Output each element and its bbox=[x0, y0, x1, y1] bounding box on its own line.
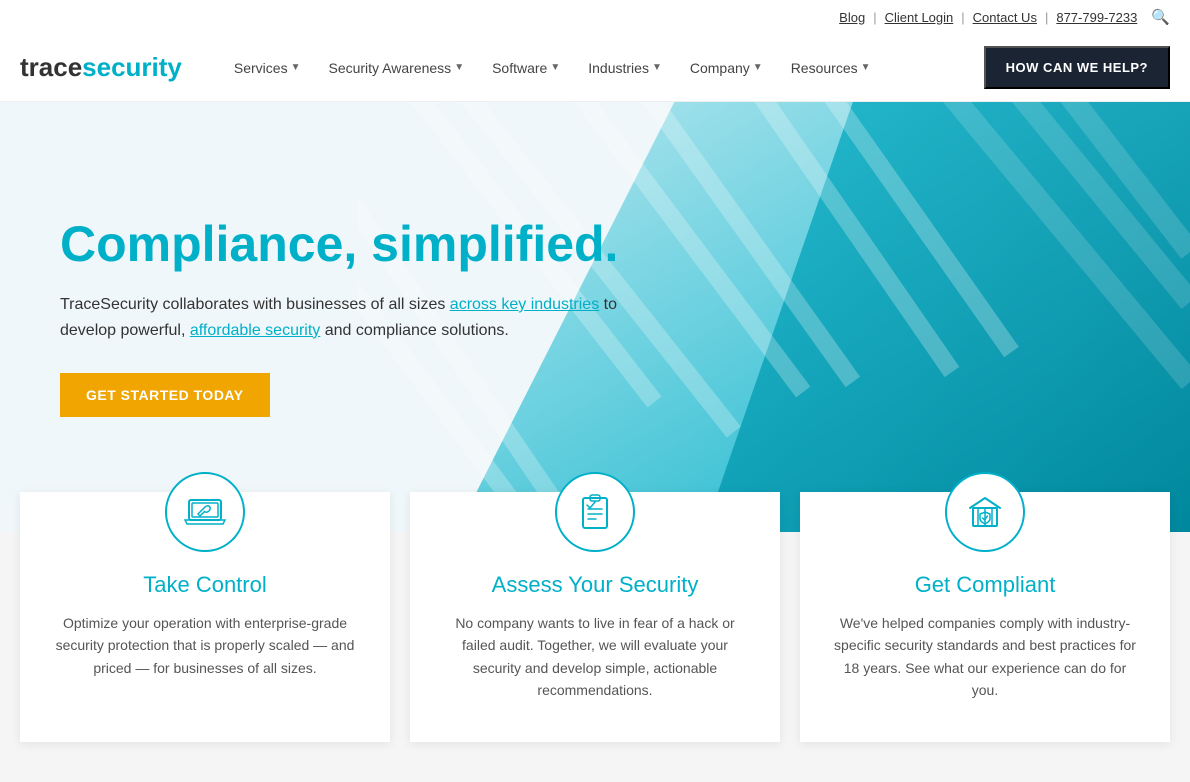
hero-title: Compliance, simplified. bbox=[60, 217, 640, 272]
take-control-title: Take Control bbox=[50, 572, 360, 598]
logo[interactable]: tracesecurity bbox=[20, 52, 182, 83]
get-compliant-icon-wrap bbox=[945, 472, 1025, 552]
logo-security: security bbox=[82, 52, 182, 82]
hero-desc-suffix: and compliance solutions. bbox=[320, 322, 509, 339]
get-compliant-desc: We've helped companies comply with indus… bbox=[830, 612, 1140, 702]
hero-section: Compliance, simplified. TraceSecurity co… bbox=[0, 102, 1190, 532]
logo-trace: trace bbox=[20, 52, 82, 82]
chevron-down-icon: ▼ bbox=[861, 62, 871, 73]
phone-link[interactable]: 877-799-7233 bbox=[1056, 10, 1137, 25]
client-login-link[interactable]: Client Login bbox=[885, 10, 954, 25]
assess-security-title: Assess Your Security bbox=[440, 572, 750, 598]
nav-item-company[interactable]: Company ▼ bbox=[678, 52, 775, 84]
contact-us-link[interactable]: Contact Us bbox=[973, 10, 1037, 25]
separator-2: | bbox=[961, 10, 964, 25]
hero-desc-prefix: TraceSecurity collaborates with business… bbox=[60, 296, 450, 313]
separator-3: | bbox=[1045, 10, 1048, 25]
separator-1: | bbox=[873, 10, 876, 25]
nav-item-security-awareness[interactable]: Security Awareness ▼ bbox=[316, 52, 476, 84]
nav-label-company: Company bbox=[690, 60, 750, 76]
nav-item-industries[interactable]: Industries ▼ bbox=[576, 52, 674, 84]
get-started-button[interactable]: GET STARTED TODAY bbox=[60, 373, 270, 417]
nav-label-services: Services bbox=[234, 60, 288, 76]
take-control-desc: Optimize your operation with enterprise-… bbox=[50, 612, 360, 679]
assess-security-desc: No company wants to live in fear of a ha… bbox=[440, 612, 750, 702]
chevron-down-icon: ▼ bbox=[652, 62, 662, 73]
building-shield-icon bbox=[963, 490, 1007, 534]
nav-label-resources: Resources bbox=[791, 60, 858, 76]
card-get-compliant: Get Compliant We've helped companies com… bbox=[800, 492, 1170, 742]
industries-link[interactable]: across key industries bbox=[450, 296, 599, 313]
take-control-icon-wrap bbox=[165, 472, 245, 552]
card-take-control: Take Control Optimize your operation wit… bbox=[20, 492, 390, 742]
chevron-down-icon: ▼ bbox=[291, 62, 301, 73]
laptop-wrench-icon bbox=[183, 490, 227, 534]
card-assess-security: Assess Your Security No company wants to… bbox=[410, 492, 780, 742]
hero-content: Compliance, simplified. TraceSecurity co… bbox=[0, 157, 680, 477]
search-icon[interactable]: 🔍 bbox=[1151, 8, 1170, 26]
how-can-we-help-button[interactable]: HOW CAN WE HELP? bbox=[984, 46, 1170, 89]
chevron-down-icon: ▼ bbox=[550, 62, 560, 73]
clipboard-check-icon bbox=[573, 490, 617, 534]
nav-item-services[interactable]: Services ▼ bbox=[222, 52, 313, 84]
nav-label-industries: Industries bbox=[588, 60, 649, 76]
nav-item-resources[interactable]: Resources ▼ bbox=[779, 52, 883, 84]
cards-section: Take Control Optimize your operation wit… bbox=[0, 532, 1190, 782]
hero-description: TraceSecurity collaborates with business… bbox=[60, 292, 640, 343]
assess-security-icon-wrap bbox=[555, 472, 635, 552]
nav-items: Services ▼ Security Awareness ▼ Software… bbox=[222, 52, 984, 84]
chevron-down-icon: ▼ bbox=[753, 62, 763, 73]
nav-label-security-awareness: Security Awareness bbox=[328, 60, 451, 76]
top-bar: Blog | Client Login | Contact Us | 877-7… bbox=[0, 0, 1190, 34]
main-nav: tracesecurity Services ▼ Security Awaren… bbox=[0, 34, 1190, 102]
blog-link[interactable]: Blog bbox=[839, 10, 865, 25]
chevron-down-icon: ▼ bbox=[454, 62, 464, 73]
get-compliant-title: Get Compliant bbox=[830, 572, 1140, 598]
nav-item-software[interactable]: Software ▼ bbox=[480, 52, 572, 84]
affordable-security-link[interactable]: affordable security bbox=[190, 322, 320, 339]
nav-label-software: Software bbox=[492, 60, 547, 76]
